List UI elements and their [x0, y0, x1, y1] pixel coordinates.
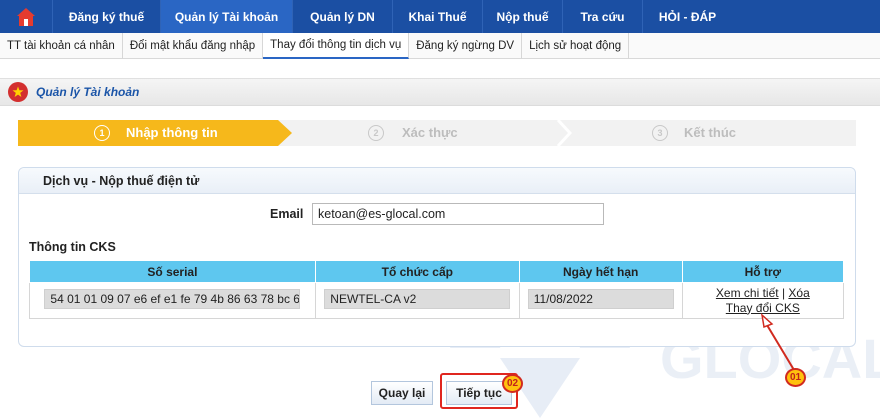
step-2-label: Xác thực — [402, 125, 458, 140]
emblem-icon — [8, 82, 28, 102]
header-support: Hỗ trợ — [681, 260, 845, 283]
step-indicator: 1 Nhập thông tin 2 Xác thực 3 Kết thúc — [18, 120, 856, 146]
step-2-number: 2 — [368, 125, 384, 141]
step-1-arrow — [278, 120, 292, 146]
table-row: 54 01 01 09 07 e6 ef e1 fe 79 4b 86 63 7… — [29, 282, 845, 319]
step-1-number: 1 — [94, 125, 110, 141]
step-separator-icon — [556, 120, 572, 146]
nav-khai-thue[interactable]: Khai Thuế — [392, 0, 482, 33]
subnav-doi-mat-khau[interactable]: Đổi mật khẩu đăng nhập — [123, 33, 264, 59]
module-bar: Quản lý Tài khoản — [0, 78, 880, 106]
subnav-dang-ky-ngung[interactable]: Đăng ký ngừng DV — [409, 33, 523, 59]
email-label: Email — [270, 207, 304, 221]
subnav-thay-doi-thong-tin[interactable]: Thay đổi thông tin dịch vụ — [263, 33, 410, 59]
nav-quan-ly-tai-khoan[interactable]: Quản lý Tài khoản — [160, 0, 292, 33]
subnav-lich-su[interactable]: Lịch sử hoạt động — [522, 33, 630, 59]
annotation-badge-01: 01 — [785, 368, 806, 387]
annotation-badge-02: 02 — [502, 374, 523, 393]
header-issuer: Tổ chức cấp — [314, 260, 520, 283]
cks-table: Số serial Tổ chức cấp Ngày hết hạn Hỗ tr… — [29, 260, 845, 319]
expiry-cell: 11/08/2022 — [518, 282, 683, 319]
link-separator: | — [781, 285, 786, 300]
panel-title: Dịch vụ - Nộp thuế điện tử — [19, 168, 855, 194]
module-title: Quản lý Tài khoản — [36, 85, 140, 99]
expiry-field: 11/08/2022 — [527, 289, 674, 309]
top-nav: Đăng ký thuế Quản lý Tài khoản Quản lý D… — [0, 0, 880, 33]
email-input[interactable] — [312, 203, 604, 225]
cks-table-header: Số serial Tổ chức cấp Ngày hết hạn Hỗ tr… — [29, 260, 845, 283]
header-expiry: Ngày hết hạn — [518, 260, 683, 283]
issuer-field: NEWTEL-CA v2 — [324, 289, 511, 309]
view-detail-link[interactable]: Xem chi tiết — [716, 286, 779, 300]
nav-nop-thue[interactable]: Nộp thuế — [482, 0, 562, 33]
home-button[interactable] — [0, 0, 52, 33]
back-button[interactable]: Quay lại — [371, 381, 433, 405]
nav-tra-cuu[interactable]: Tra cứu — [562, 0, 642, 33]
header-serial: Số serial — [29, 260, 316, 283]
subnav-tt-tai-khoan[interactable]: TT tài khoản cá nhân — [0, 33, 123, 59]
service-panel: Dịch vụ - Nộp thuế điện tử — [18, 167, 856, 347]
serial-field: 54 01 01 09 07 e6 ef e1 fe 79 4b 86 63 7… — [44, 289, 301, 309]
sub-nav: TT tài khoản cá nhân Đổi mật khẩu đăng n… — [0, 33, 880, 59]
nav-hoi-dap[interactable]: HỎI - ĐÁP — [642, 0, 732, 33]
issuer-cell: NEWTEL-CA v2 — [314, 282, 520, 319]
cks-section-label: Thông tin CKS — [29, 240, 116, 254]
step-1-label: Nhập thông tin — [126, 125, 218, 140]
nav-quan-ly-dn[interactable]: Quản lý DN — [292, 0, 392, 33]
nav-dang-ky-thue[interactable]: Đăng ký thuế — [52, 0, 160, 33]
step-3-label: Kết thúc — [684, 125, 736, 140]
step-3-number: 3 — [652, 125, 668, 141]
home-icon — [17, 7, 35, 26]
delete-link[interactable]: Xóa — [788, 286, 809, 300]
page: Đăng ký thuế Quản lý Tài khoản Quản lý D… — [0, 0, 880, 418]
serial-cell: 54 01 01 09 07 e6 ef e1 fe 79 4b 86 63 7… — [29, 282, 316, 319]
